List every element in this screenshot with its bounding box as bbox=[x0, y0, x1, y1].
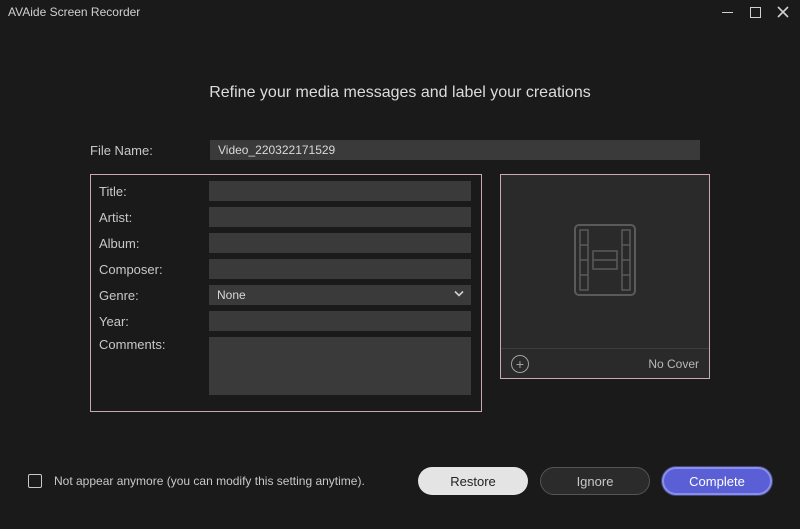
restore-button[interactable]: Restore bbox=[418, 467, 528, 495]
composer-input[interactable] bbox=[209, 259, 471, 279]
album-label: Album: bbox=[99, 236, 209, 251]
app-title: AVAide Screen Recorder bbox=[8, 5, 140, 19]
cover-preview bbox=[501, 175, 709, 348]
album-input[interactable] bbox=[209, 233, 471, 253]
ignore-button[interactable]: Ignore bbox=[540, 467, 650, 495]
cover-box: + No Cover bbox=[500, 174, 710, 379]
metadata-box: Title: Artist: Album: Composer: Genre: bbox=[90, 174, 482, 412]
genre-value[interactable] bbox=[209, 285, 471, 305]
not-appear-label: Not appear anymore (you can modify this … bbox=[54, 474, 406, 488]
genre-label: Genre: bbox=[99, 288, 209, 303]
footer: Not appear anymore (you can modify this … bbox=[0, 467, 800, 495]
comments-label: Comments: bbox=[99, 337, 209, 352]
no-cover-label: No Cover bbox=[648, 357, 699, 371]
page-heading: Refine your media messages and label you… bbox=[0, 84, 800, 102]
year-input[interactable] bbox=[209, 311, 471, 331]
form-area: File Name: Title: Artist: Album: Compose… bbox=[90, 140, 710, 412]
complete-button[interactable]: Complete bbox=[662, 467, 772, 495]
artist-label: Artist: bbox=[99, 210, 209, 225]
filename-label: File Name: bbox=[90, 143, 210, 158]
add-cover-button[interactable]: + bbox=[511, 355, 529, 373]
title-input[interactable] bbox=[209, 181, 471, 201]
cover-footer: + No Cover bbox=[501, 348, 709, 378]
artist-input[interactable] bbox=[209, 207, 471, 227]
composer-label: Composer: bbox=[99, 262, 209, 277]
comments-input[interactable] bbox=[209, 337, 471, 395]
filename-input[interactable] bbox=[210, 140, 700, 160]
minimize-icon[interactable] bbox=[718, 3, 736, 21]
year-label: Year: bbox=[99, 314, 209, 329]
genre-select[interactable] bbox=[209, 285, 471, 305]
filename-row: File Name: bbox=[90, 140, 710, 160]
columns: Title: Artist: Album: Composer: Genre: bbox=[90, 174, 710, 412]
maximize-icon[interactable] bbox=[746, 3, 764, 21]
title-label: Title: bbox=[99, 184, 209, 199]
not-appear-checkbox[interactable] bbox=[28, 474, 42, 488]
film-icon bbox=[560, 215, 650, 308]
close-icon[interactable] bbox=[774, 3, 792, 21]
titlebar: AVAide Screen Recorder bbox=[0, 0, 800, 24]
window-controls bbox=[718, 3, 792, 21]
